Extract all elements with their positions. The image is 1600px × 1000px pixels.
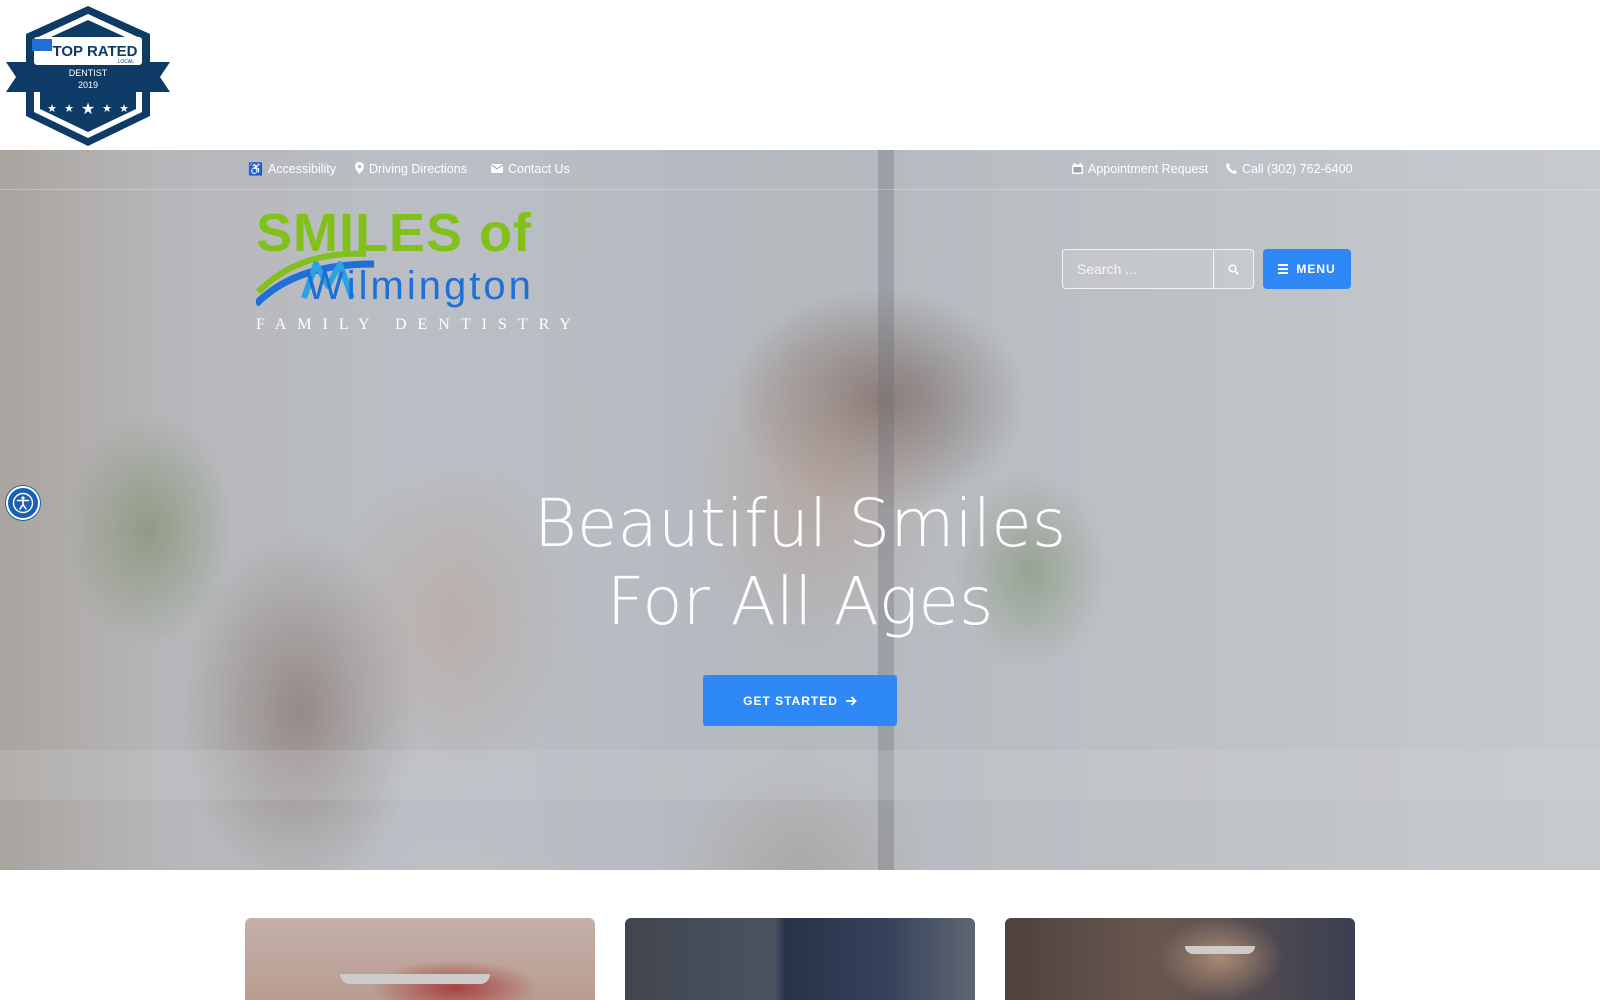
service-card-equipment[interactable]: [625, 918, 975, 1000]
card-shade: [1005, 918, 1355, 1000]
hero-headline-line2: For All Ages: [606, 563, 994, 640]
top-strip: TOP RATED LOCAL DENTIST 2019 ★ ★ ★ ★ ★: [0, 0, 1600, 150]
map-marker-icon: [355, 162, 364, 176]
contact-us-link[interactable]: Contact Us: [491, 162, 570, 176]
accessibility-link-label: Accessibility: [267, 162, 337, 176]
utility-bar: ♿ Accessibility Driving Directions Conta…: [0, 150, 1600, 190]
svg-text:★: ★: [64, 102, 74, 115]
logo-line2: Wilmington: [306, 264, 534, 308]
driving-directions-link[interactable]: Driving Directions: [355, 162, 467, 176]
service-card-smile[interactable]: [245, 918, 595, 1000]
service-cards: [0, 918, 1600, 1000]
hero-section: ♿ Accessibility Driving Directions Conta…: [0, 150, 1600, 870]
top-rated-badge[interactable]: TOP RATED LOCAL DENTIST 2019 ★ ★ ★ ★ ★: [4, 4, 172, 148]
accessibility-icon: ♿: [248, 162, 263, 176]
appointment-request-label: Appointment Request: [1088, 162, 1209, 176]
badge-title: TOP RATED: [52, 43, 137, 60]
hero-headline-line1: Beautiful Smiles: [533, 485, 1067, 562]
arrow-right-icon: [845, 695, 857, 706]
search-button[interactable]: [1213, 250, 1253, 288]
contact-us-label: Contact Us: [508, 162, 570, 176]
search-input[interactable]: [1063, 250, 1213, 288]
get-started-button[interactable]: GET STARTED: [703, 675, 897, 726]
call-phone-label: Call (302) 762-6400: [1242, 162, 1353, 176]
calendar-icon: [1072, 162, 1083, 176]
call-phone-link[interactable]: Call (302) 762-6400: [1226, 162, 1353, 176]
search-icon: [1228, 263, 1239, 275]
accessibility-widget-icon: [12, 492, 34, 514]
svg-text:★: ★: [47, 102, 57, 115]
logo-tagline: FAMILY DENTISTRY: [256, 316, 582, 333]
hero-headline: Beautiful Smiles For All Ages: [400, 485, 1200, 641]
driving-directions-label: Driving Directions: [369, 162, 467, 176]
svg-text:★: ★: [102, 102, 112, 115]
menu-button[interactable]: MENU: [1263, 249, 1351, 289]
menu-button-label: MENU: [1296, 262, 1336, 276]
get-started-label: GET STARTED: [743, 693, 838, 708]
logo-line1: SMILES of: [256, 203, 532, 263]
badge-year: 2019: [78, 80, 98, 90]
badge-subtitle: LOCAL: [118, 59, 135, 65]
svg-text:★: ★: [81, 99, 95, 118]
accessibility-link[interactable]: ♿ Accessibility: [248, 162, 336, 176]
phone-icon: [1226, 162, 1237, 176]
search-form: [1062, 249, 1254, 289]
site-logo[interactable]: SMILES of Wilmington FAMILY DENTISTRY: [256, 206, 576, 336]
hamburger-icon: [1278, 264, 1289, 274]
service-card-patient[interactable]: [1005, 918, 1355, 1000]
svg-text:★: ★: [119, 102, 129, 115]
card-shade: [245, 918, 595, 1000]
envelope-icon: [491, 163, 503, 175]
badge-category: DENTIST: [69, 68, 108, 78]
card-shade: [625, 918, 975, 1000]
accessibility-widget-button[interactable]: [6, 486, 40, 520]
appointment-request-link[interactable]: Appointment Request: [1072, 162, 1208, 176]
